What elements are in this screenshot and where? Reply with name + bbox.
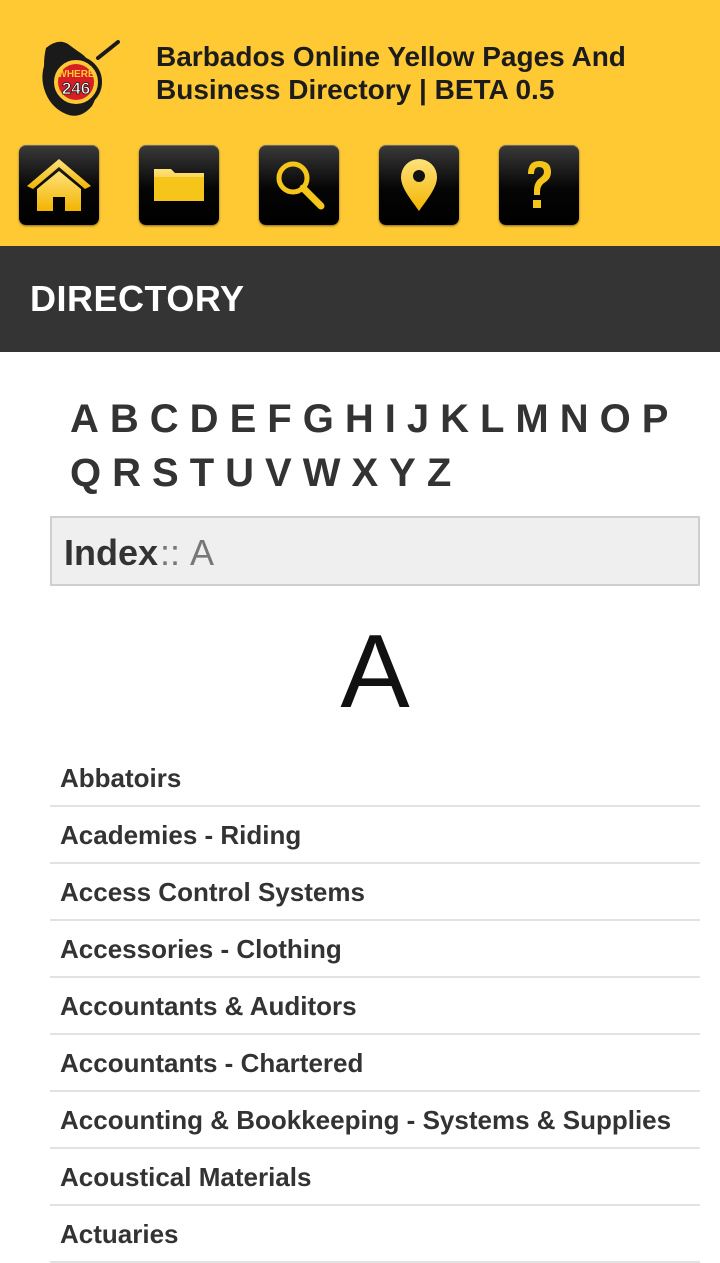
letter-link-s[interactable]: S: [152, 446, 179, 500]
current-letter-heading: A: [340, 614, 410, 730]
letter-link-d[interactable]: D: [190, 392, 219, 446]
folder-icon: [154, 169, 204, 201]
home-icon: [27, 159, 91, 211]
where246-logo[interactable]: WHERE 246: [36, 36, 124, 124]
letter-link-m[interactable]: M: [515, 392, 548, 446]
letter-link-l[interactable]: L: [480, 392, 504, 446]
category-item[interactable]: Access Control Systems: [50, 864, 700, 921]
letter-link-o[interactable]: O: [600, 392, 631, 446]
location-pin-icon: [401, 159, 437, 211]
home-button[interactable]: [19, 145, 99, 225]
letter-link-y[interactable]: Y: [389, 446, 416, 500]
category-label: Acoustical Materials: [60, 1162, 312, 1192]
index-current-letter: A: [190, 532, 215, 573]
category-label: Accessories - Clothing: [60, 934, 342, 964]
letter-link-c[interactable]: C: [150, 392, 179, 446]
letter-link-u[interactable]: U: [225, 446, 254, 500]
index-breadcrumb: Index :: A: [50, 516, 700, 586]
letter-link-g[interactable]: G: [303, 392, 334, 446]
index-label: Index: [64, 532, 159, 573]
category-item[interactable]: Actuaries: [50, 1206, 700, 1263]
letter-link-e[interactable]: E: [230, 392, 257, 446]
letter-link-r[interactable]: R: [112, 446, 141, 500]
alphabet-nav: ABCDEFGHIJKLMNOP QRSTUVWXYZ: [70, 392, 680, 500]
help-button[interactable]: [499, 145, 579, 225]
nav-bar: [0, 145, 720, 227]
letter-link-n[interactable]: N: [560, 392, 589, 446]
letter-link-w[interactable]: W: [303, 446, 341, 500]
category-label: Access Control Systems: [60, 877, 365, 907]
category-item[interactable]: Academies - Riding: [50, 807, 700, 864]
letter-link-j[interactable]: J: [407, 392, 429, 446]
category-label: Actuaries: [60, 1219, 179, 1249]
category-label: Accountants - Chartered: [60, 1048, 364, 1078]
category-item[interactable]: Acoustical Materials: [50, 1149, 700, 1206]
category-label: Accounting & Bookkeeping - Systems & Sup…: [60, 1105, 672, 1135]
category-item[interactable]: Abbatoirs: [50, 750, 700, 807]
search-button[interactable]: [259, 145, 339, 225]
letter-link-i[interactable]: I: [385, 392, 396, 446]
location-button[interactable]: [379, 145, 459, 225]
category-list: Abbatoirs Academies - Riding Access Contro…: [50, 750, 700, 1263]
letter-link-h[interactable]: H: [345, 392, 374, 446]
letter-link-z[interactable]: Z: [427, 446, 451, 500]
category-label: Accountants & Auditors: [60, 991, 357, 1021]
letter-link-k[interactable]: K: [440, 392, 469, 446]
site-title: Barbados Online Yellow Pages And Busines…: [156, 41, 626, 105]
category-item[interactable]: Accessories - Clothing: [50, 921, 700, 978]
category-item[interactable]: Accountants - Chartered: [50, 1035, 700, 1092]
help-icon: [528, 161, 551, 208]
letter-link-p[interactable]: P: [642, 392, 669, 446]
letter-link-q[interactable]: Q: [70, 446, 101, 500]
search-icon: [276, 161, 325, 210]
category-label: Abbatoirs: [60, 763, 182, 793]
index-separator: ::: [160, 532, 181, 573]
letter-link-a[interactable]: A: [70, 392, 99, 446]
logo-text-bottom: 246: [62, 79, 90, 98]
letter-link-f[interactable]: F: [267, 392, 291, 446]
category-item[interactable]: Accountants & Auditors: [50, 978, 700, 1035]
header: WHERE 246 Barbados Online Yellow Pages A…: [0, 0, 720, 246]
section-title: DIRECTORY: [30, 278, 245, 319]
letter-link-v[interactable]: V: [265, 446, 292, 500]
letter-link-b[interactable]: B: [110, 392, 139, 446]
directory-button[interactable]: [139, 145, 219, 225]
category-label: Academies - Riding: [60, 820, 302, 850]
letter-link-t[interactable]: T: [190, 446, 214, 500]
category-item[interactable]: Accounting & Bookkeeping - Systems & Sup…: [50, 1092, 700, 1149]
letter-link-x[interactable]: X: [351, 446, 378, 500]
